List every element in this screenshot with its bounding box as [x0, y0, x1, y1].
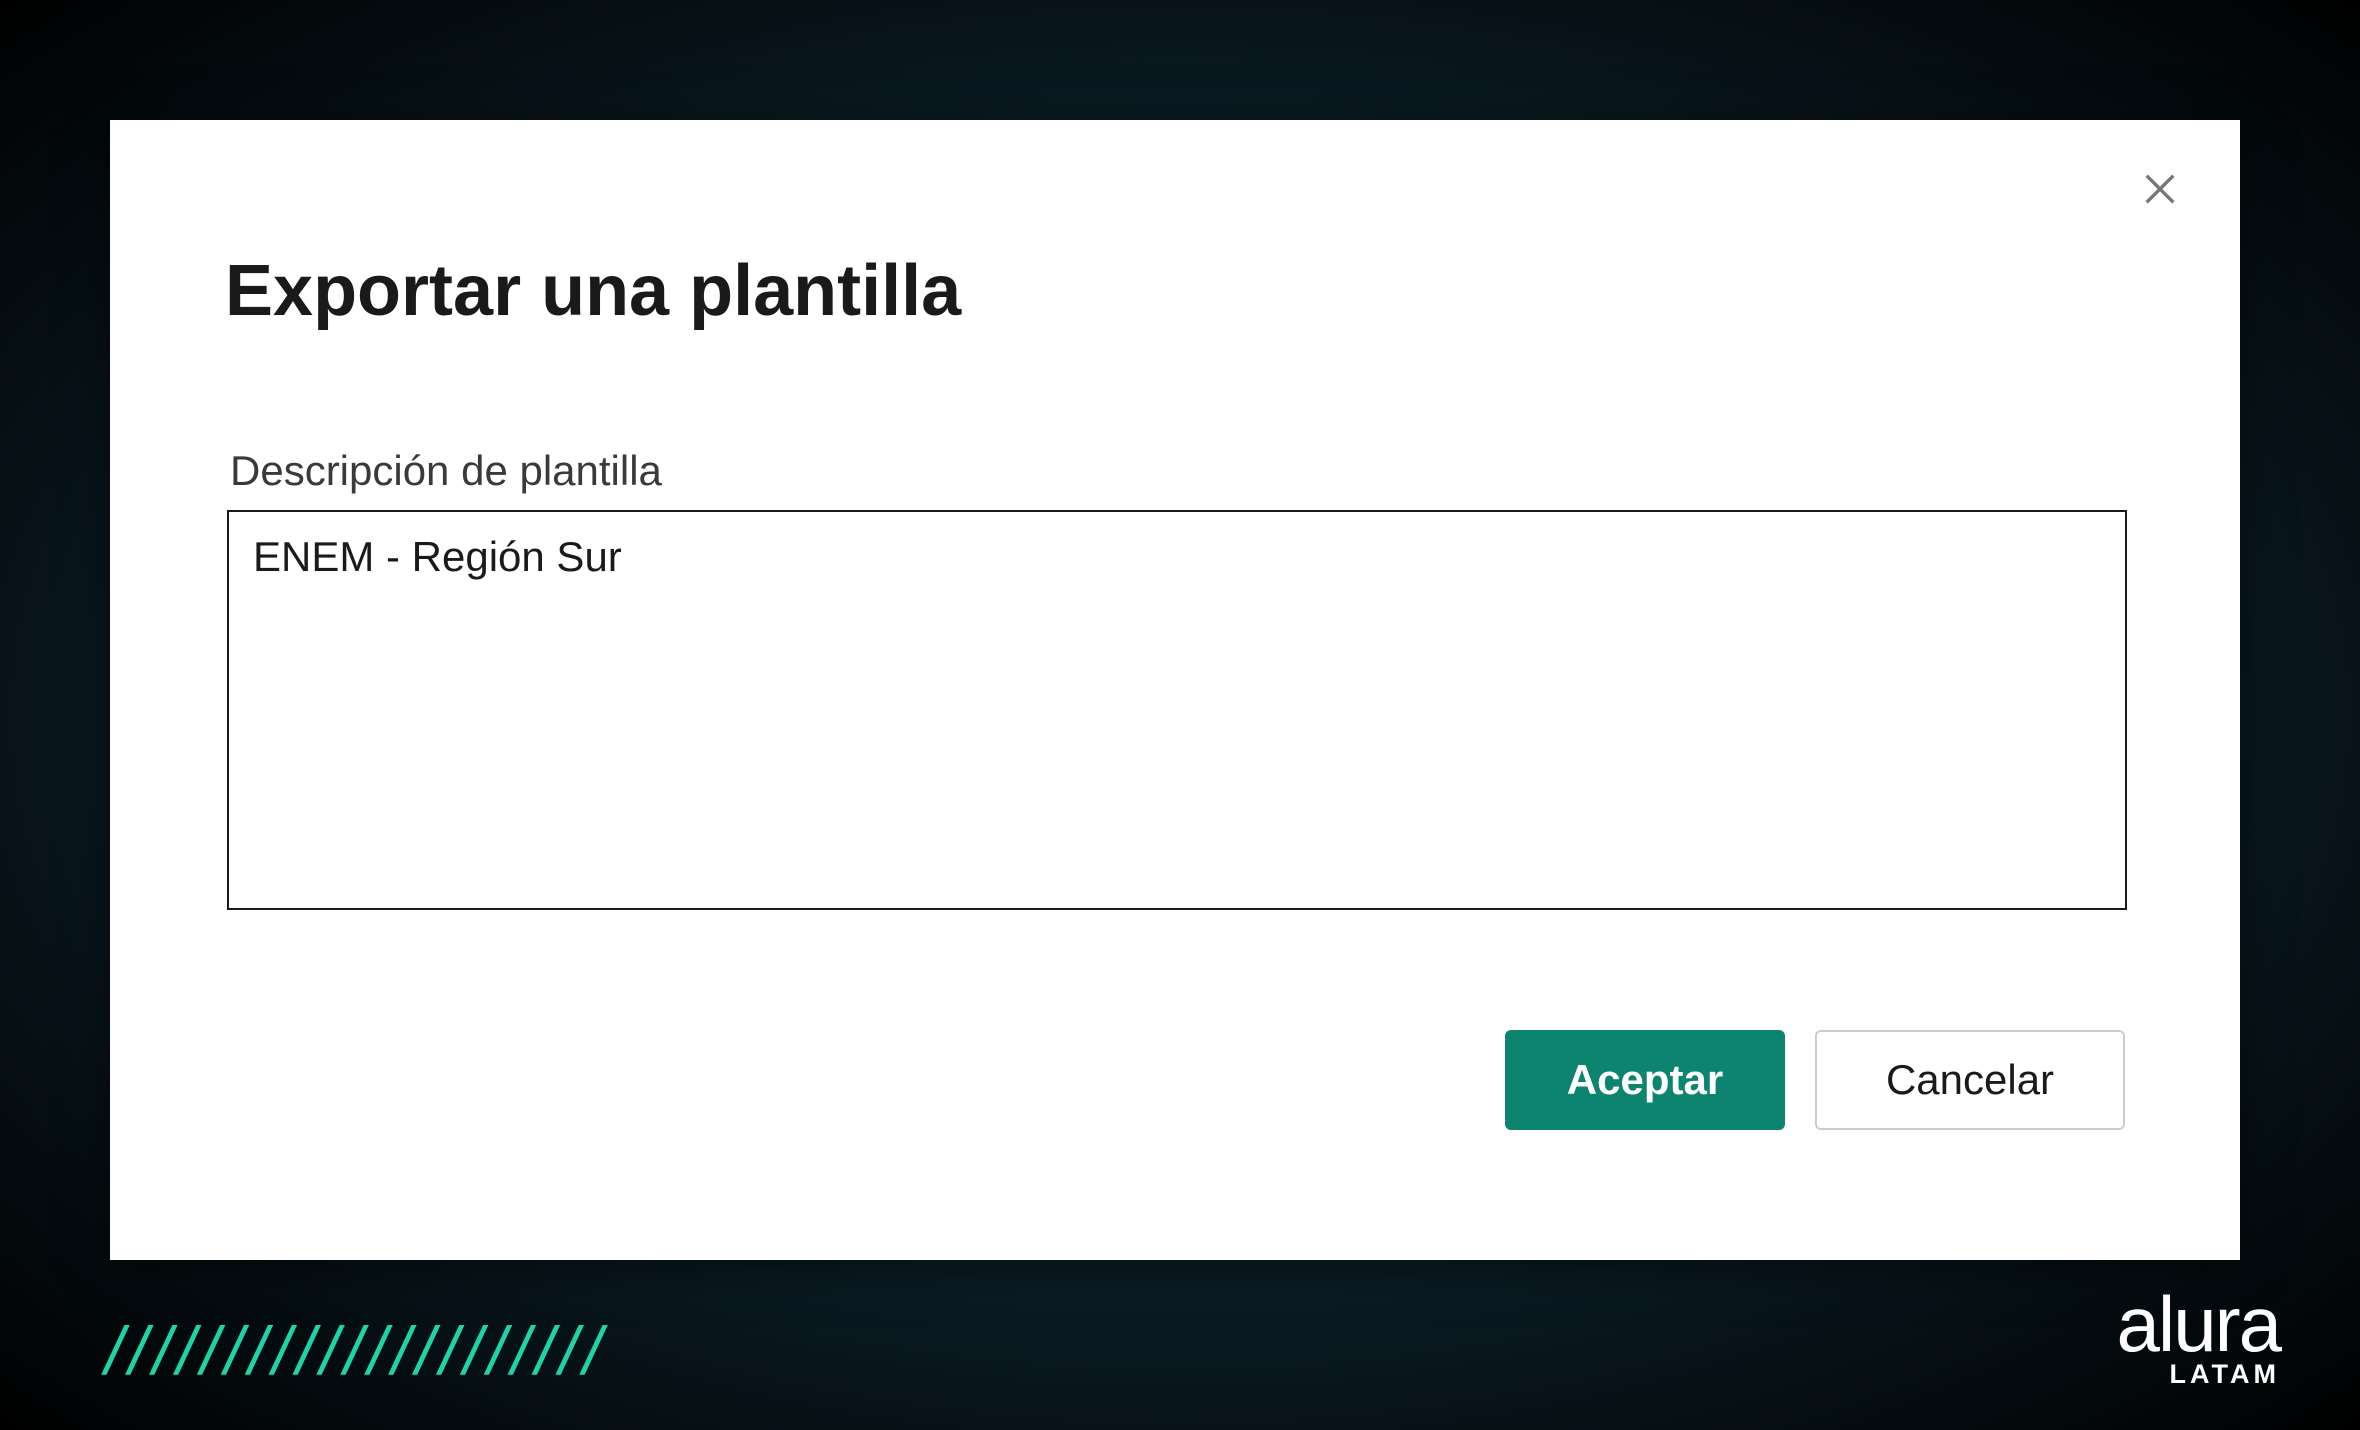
slash-icon: / — [583, 1312, 596, 1390]
slash-icon: / — [296, 1312, 309, 1390]
close-icon — [2140, 169, 2180, 212]
slash-icon: / — [368, 1312, 381, 1390]
slash-icon: / — [344, 1312, 357, 1390]
slash-icon: / — [177, 1312, 190, 1390]
slash-icon: / — [320, 1312, 333, 1390]
dialog-title: Exportar una plantilla — [225, 250, 961, 332]
slash-icon: / — [153, 1312, 166, 1390]
slash-icon: / — [272, 1312, 285, 1390]
slash-icon: / — [392, 1312, 405, 1390]
slash-icon: / — [535, 1312, 548, 1390]
logo-main-text: alura — [2117, 1291, 2280, 1357]
slash-icon: / — [225, 1312, 238, 1390]
brand-logo: alura LATAM — [2117, 1291, 2280, 1390]
slash-icon: / — [129, 1312, 142, 1390]
export-template-dialog: Exportar una plantilla Descripción de pl… — [110, 120, 2240, 1260]
slash-icon: / — [201, 1312, 214, 1390]
slash-icon: / — [488, 1312, 501, 1390]
cancel-button[interactable]: Cancelar — [1815, 1030, 2125, 1130]
slash-icon: / — [248, 1312, 261, 1390]
slash-icon: / — [440, 1312, 453, 1390]
dialog-button-row: Aceptar Cancelar — [1505, 1030, 2125, 1130]
description-label: Descripción de plantilla — [230, 447, 662, 495]
slash-icon: / — [559, 1312, 572, 1390]
decorative-slashes: ///////////////////// — [105, 1312, 596, 1390]
slash-icon: / — [416, 1312, 429, 1390]
slash-icon: / — [105, 1312, 118, 1390]
slash-icon: / — [511, 1312, 524, 1390]
close-button[interactable] — [2130, 160, 2190, 220]
accept-button[interactable]: Aceptar — [1505, 1030, 1785, 1130]
slash-icon: / — [464, 1312, 477, 1390]
description-input[interactable] — [227, 510, 2127, 910]
